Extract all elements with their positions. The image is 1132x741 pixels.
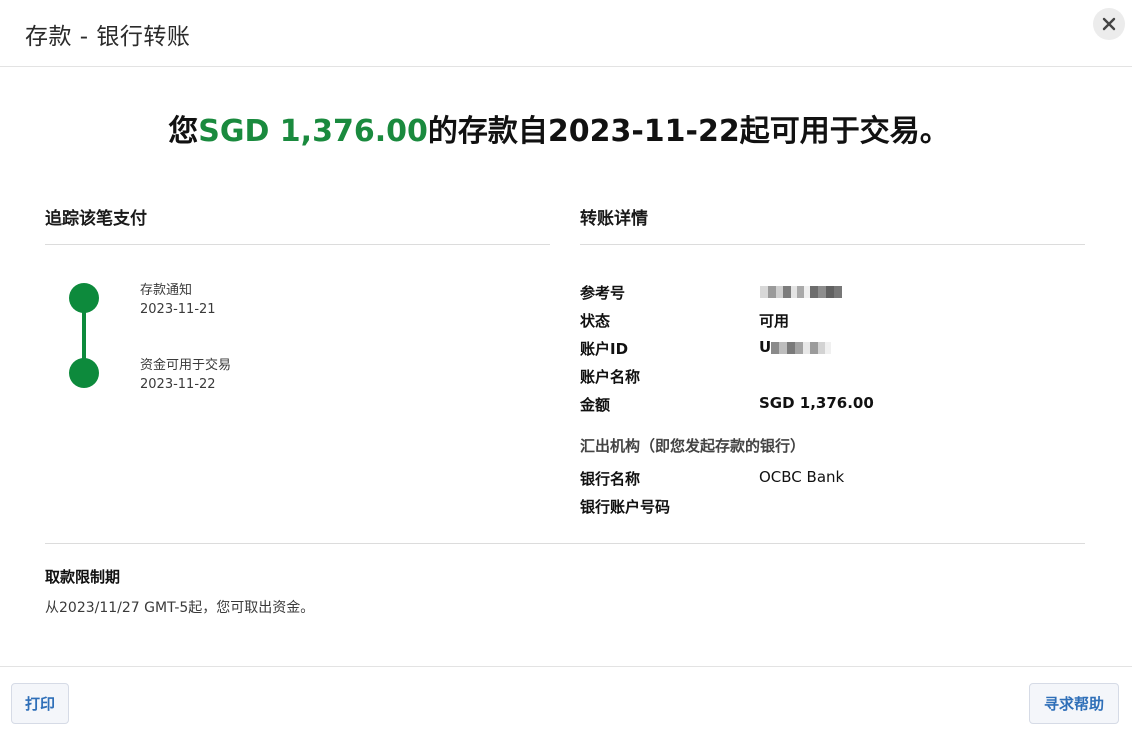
modal-title: 存款 - 银行转账 <box>25 24 191 50</box>
headline-suffix: 的存款自2023-11-22起可用于交易。 <box>427 114 950 149</box>
detail-value-bank-name: OCBC Bank <box>759 468 845 486</box>
details-divider <box>580 244 1085 245</box>
modal-header: 存款 - 银行转账 <box>0 0 1132 67</box>
timeline-step-label: 资金可用于交易 <box>140 358 232 373</box>
timeline-step-date: 2023-11-22 <box>140 377 216 392</box>
withdrawal-title: 取款限制期 <box>45 568 121 586</box>
tracking-title: 追踪该笔支付 <box>45 209 147 229</box>
headline: 您SGD 1,376.00的存款自2023-11-22起可用于交易。 <box>0 106 1118 150</box>
details-title: 转账详情 <box>580 209 648 229</box>
get-help-button[interactable]: 寻求帮助 <box>1029 683 1119 724</box>
withdrawal-divider <box>45 543 1085 544</box>
timeline-step-label: 存款通知 <box>140 283 193 298</box>
detail-label-account-id: 账户ID <box>580 340 629 358</box>
detail-label-reference: 参考号 <box>580 284 626 302</box>
account-id-redacted <box>771 342 831 354</box>
withdrawal-text: 从2023/11/27 GMT-5起，您可取出资金。 <box>45 600 315 616</box>
headline-prefix: 您 <box>168 114 199 149</box>
detail-label-status: 状态 <box>580 312 611 330</box>
print-button[interactable]: 打印 <box>11 683 69 724</box>
tracking-divider <box>45 244 550 245</box>
modal-footer <box>0 666 1132 741</box>
detail-label-amount: 金额 <box>580 396 611 414</box>
source-institution-heading: 汇出机构（即您发起存款的银行） <box>580 437 806 455</box>
close-button[interactable] <box>1093 8 1125 40</box>
detail-value-amount: SGD 1,376.00 <box>759 394 874 412</box>
detail-value-account-id: U <box>759 338 772 356</box>
reference-redacted <box>760 286 842 298</box>
timeline-dot-notice <box>69 283 99 313</box>
timeline-dot-available <box>69 358 99 388</box>
close-icon <box>1102 17 1116 31</box>
timeline-step-date: 2023-11-21 <box>140 302 216 317</box>
headline-amount: SGD 1,376.00 <box>198 114 428 149</box>
detail-value-status: 可用 <box>759 312 790 330</box>
detail-label-bank-account: 银行账户号码 <box>580 498 671 516</box>
detail-label-account-name: 账户名称 <box>580 368 641 386</box>
detail-label-bank-name: 银行名称 <box>580 470 641 488</box>
